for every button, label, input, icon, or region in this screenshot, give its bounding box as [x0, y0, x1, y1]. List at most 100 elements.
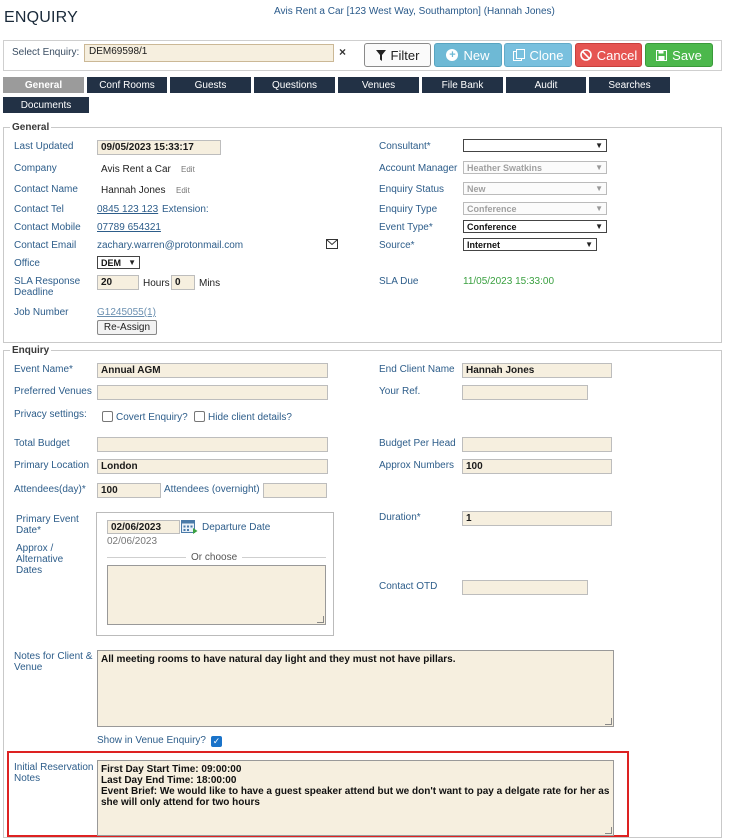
hide-client-checkbox[interactable]: [194, 411, 205, 422]
covert-enquiry-checkbox[interactable]: [102, 411, 113, 422]
contact-tel-label: Contact Tel: [14, 204, 64, 215]
select-enquiry-label: Select Enquiry:: [12, 47, 80, 58]
event-name-input[interactable]: Annual AGM: [97, 363, 328, 378]
tab-general[interactable]: General: [3, 77, 84, 93]
initial-notes-line1: First Day Start Time: 09:00:00: [101, 764, 242, 775]
edit-company-link[interactable]: Edit: [181, 165, 195, 174]
new-label: New: [463, 47, 490, 63]
tab-documents[interactable]: Documents: [3, 97, 89, 113]
chevron-down-icon: ▼: [595, 163, 603, 172]
consultant-label: Consultant*: [379, 141, 431, 152]
enquiry-summary: Avis Rent a Car [123 West Way, Southampt…: [274, 6, 555, 17]
contact-tel-link[interactable]: 0845 123 123: [97, 204, 158, 215]
privacy-label: Privacy settings:: [14, 409, 87, 420]
approx-numbers-label: Approx Numbers: [379, 460, 455, 471]
envelope-icon[interactable]: [326, 239, 338, 252]
alt-dates-textarea[interactable]: [107, 565, 326, 625]
office-value: DEM: [101, 257, 121, 268]
general-legend: General: [12, 122, 50, 133]
filter-icon: [375, 49, 386, 61]
last-updated-label: Last Updated: [14, 141, 74, 152]
primary-event-date-input[interactable]: 02/06/2023: [107, 520, 180, 534]
primary-location-input[interactable]: London: [97, 459, 328, 474]
company-value: Avis Rent a Car: [101, 164, 171, 175]
plus-icon: +: [446, 49, 459, 61]
job-number-link[interactable]: G1245055(1): [97, 307, 156, 318]
sla-due-value: 11/05/2023 15:33:00: [463, 276, 555, 287]
sla-mins-input[interactable]: 0: [171, 275, 195, 290]
primary-event-date-sub: 02/06/2023: [107, 536, 158, 547]
enquiry-type-select[interactable]: Conference ▼: [463, 202, 607, 215]
chevron-down-icon: ▼: [585, 240, 593, 249]
chevron-down-icon: ▼: [595, 141, 603, 150]
preferred-venues-input[interactable]: [97, 385, 328, 400]
source-value: Internet: [467, 239, 501, 250]
filter-button[interactable]: Filter: [364, 43, 431, 67]
primary-event-date-label: Primary Event Date*: [16, 514, 79, 536]
extension-label: Extension:: [162, 204, 209, 215]
initial-notes-line2: Last Day End Time: 18:00:00: [101, 775, 237, 786]
clear-icon[interactable]: ×: [339, 45, 346, 59]
end-client-name-input[interactable]: Hannah Jones: [462, 363, 612, 378]
tab-audit[interactable]: Audit: [506, 77, 586, 93]
company-label: Company: [14, 163, 57, 174]
primary-location-label: Primary Location: [14, 460, 90, 471]
show-in-venue-checkbox[interactable]: ✓: [211, 736, 222, 747]
attendees-overnight-input[interactable]: [263, 483, 327, 498]
tab-questions[interactable]: Questions: [254, 77, 335, 93]
tab-guests[interactable]: Guests: [170, 77, 251, 93]
enquiry-status-label: Enquiry Status: [379, 184, 445, 195]
save-label: Save: [672, 47, 702, 63]
page-title: ENQUIRY: [4, 9, 79, 26]
event-type-select[interactable]: Conference ▼: [463, 220, 607, 233]
approx-numbers-input[interactable]: 100: [462, 459, 612, 474]
consultant-select[interactable]: ▼: [463, 139, 607, 152]
contact-name-label: Contact Name: [14, 184, 78, 195]
attendees-overnight-label: Attendees (overnight): [164, 484, 260, 495]
tab-searches[interactable]: Searches: [589, 77, 670, 93]
tab-conf-rooms[interactable]: Conf Rooms: [87, 77, 167, 93]
select-enquiry-input[interactable]: DEM69598/1: [84, 44, 334, 62]
notes-textarea[interactable]: All meeting rooms to have natural day li…: [97, 650, 614, 727]
cancel-label: Cancel: [596, 47, 638, 63]
enquiry-type-value: Conference: [467, 203, 517, 214]
budget-per-head-label: Budget Per Head: [379, 438, 456, 449]
tab-venues[interactable]: Venues: [338, 77, 419, 93]
enquiry-status-select[interactable]: New ▼: [463, 182, 607, 195]
edit-contact-link[interactable]: Edit: [176, 186, 190, 195]
sla-response-label: SLA Response Deadline: [14, 276, 81, 298]
sla-hours-input[interactable]: 20: [97, 275, 139, 290]
tab-file-bank[interactable]: File Bank: [422, 77, 503, 93]
last-updated-field[interactable]: 09/05/2023 15:33:17: [97, 140, 221, 155]
notes-text: All meeting rooms to have natural day li…: [101, 654, 456, 665]
enquiry-status-value: New: [467, 183, 486, 194]
alt-dates-label: Approx / Alternative Dates: [16, 543, 64, 576]
source-select[interactable]: Internet ▼: [463, 238, 597, 251]
departure-date-label: Departure Date: [202, 522, 271, 533]
enquiry-legend: Enquiry: [12, 345, 50, 356]
contact-mobile-link[interactable]: 07789 654321: [97, 222, 161, 233]
duration-input[interactable]: 1: [462, 511, 612, 526]
attendees-day-input[interactable]: 100: [97, 483, 161, 498]
your-ref-input[interactable]: [462, 385, 588, 400]
office-select[interactable]: DEM ▼: [97, 256, 140, 269]
chevron-down-icon: ▼: [595, 204, 603, 213]
contact-mobile-label: Contact Mobile: [14, 222, 81, 233]
save-button[interactable]: Save: [645, 43, 713, 67]
contact-otd-input[interactable]: [462, 580, 588, 595]
show-in-venue-label: Show in Venue Enquiry?: [97, 735, 206, 746]
cancel-button[interactable]: Cancel: [575, 43, 642, 67]
reassign-button[interactable]: Re-Assign: [97, 320, 157, 335]
enquiry-type-label: Enquiry Type: [379, 204, 438, 215]
covert-enquiry-label: Covert Enquiry?: [116, 412, 188, 423]
new-button[interactable]: + New: [434, 43, 502, 67]
total-budget-label: Total Budget: [14, 438, 70, 449]
calendar-icon[interactable]: [181, 519, 198, 537]
initial-notes-textarea[interactable]: First Day Start Time: 09:00:00 Last Day …: [97, 760, 614, 836]
contact-email-value: zachary.warren@protonmail.com: [97, 240, 244, 251]
clone-button[interactable]: Clone: [504, 43, 572, 67]
total-budget-input[interactable]: [97, 437, 328, 452]
budget-per-head-input[interactable]: [462, 437, 612, 452]
account-manager-select[interactable]: Heather Swatkins ▼: [463, 161, 607, 174]
account-manager-label: Account Manager: [379, 163, 458, 174]
